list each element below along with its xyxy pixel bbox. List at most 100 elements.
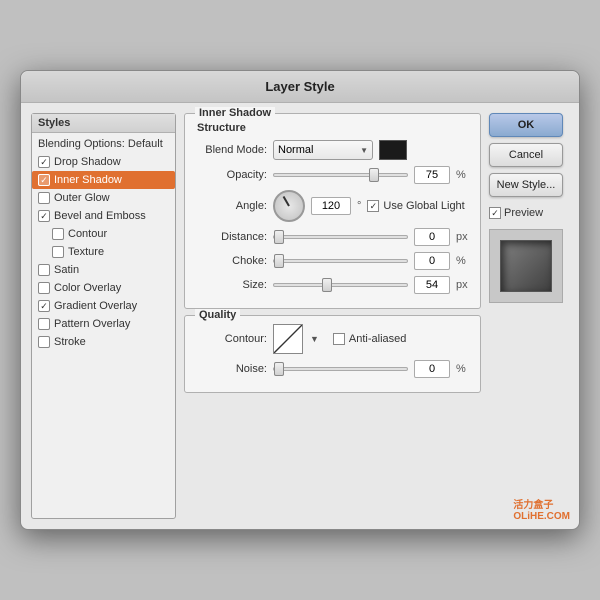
distance-row: Distance: px xyxy=(195,228,470,246)
opacity-unit: % xyxy=(456,169,470,181)
noise-slider-thumb[interactable] xyxy=(274,362,284,376)
sidebar-label-outer-glow: Outer Glow xyxy=(54,192,110,204)
styles-header: Styles xyxy=(32,114,175,133)
noise-unit: % xyxy=(456,363,470,375)
size-input[interactable] xyxy=(414,276,450,294)
size-unit: px xyxy=(456,279,470,291)
contour-arrow[interactable]: ▼ xyxy=(310,334,319,344)
noise-slider-container xyxy=(273,362,408,376)
sidebar-item-gradient-overlay[interactable]: Gradient Overlay xyxy=(32,297,175,315)
blend-mode-arrow: ▼ xyxy=(360,146,368,155)
right-panel: OK Cancel New Style... Preview xyxy=(489,113,569,519)
checkbox-contour[interactable] xyxy=(52,228,64,240)
distance-input[interactable] xyxy=(414,228,450,246)
sidebar-label-stroke: Stroke xyxy=(54,336,86,348)
new-style-button[interactable]: New Style... xyxy=(489,173,563,197)
noise-row: Noise: % xyxy=(195,360,470,378)
size-slider-track[interactable] xyxy=(273,283,408,287)
checkbox-bevel-emboss[interactable] xyxy=(38,210,50,222)
layer-style-dialog: Layer Style Styles Blending Options: Def… xyxy=(20,70,580,530)
checkbox-texture[interactable] xyxy=(52,246,64,258)
quality-section-title: Quality xyxy=(195,309,240,321)
choke-input[interactable] xyxy=(414,252,450,270)
structure-subtitle: Structure xyxy=(195,122,470,134)
contour-row: Contour: ▼ Anti-aliased xyxy=(195,324,470,354)
checkbox-outer-glow[interactable] xyxy=(38,192,50,204)
sidebar-item-blending-options[interactable]: Blending Options: Default xyxy=(32,135,175,153)
noise-slider-track[interactable] xyxy=(273,367,408,371)
angle-input[interactable] xyxy=(311,197,351,215)
color-swatch[interactable] xyxy=(379,140,407,160)
sidebar-label-blending-options: Blending Options: Default xyxy=(38,138,163,150)
sidebar-label-color-overlay: Color Overlay xyxy=(54,282,121,294)
use-global-light-label: Use Global Light xyxy=(383,200,464,212)
choke-slider-container xyxy=(273,254,408,268)
sidebar-label-texture: Texture xyxy=(68,246,104,258)
checkbox-stroke[interactable] xyxy=(38,336,50,348)
sidebar-label-drop-shadow: Drop Shadow xyxy=(54,156,121,168)
checkbox-pattern-overlay[interactable] xyxy=(38,318,50,330)
opacity-slider-track[interactable] xyxy=(273,173,408,177)
distance-label: Distance: xyxy=(195,231,267,243)
preview-swatch xyxy=(500,240,552,292)
sidebar-item-pattern-overlay[interactable]: Pattern Overlay xyxy=(32,315,175,333)
sidebar-item-drop-shadow[interactable]: Drop Shadow xyxy=(32,153,175,171)
blend-mode-row: Blend Mode: Normal ▼ xyxy=(195,140,470,160)
distance-slider-container xyxy=(273,230,408,244)
choke-row: Choke: % xyxy=(195,252,470,270)
anti-aliased-checkbox[interactable] xyxy=(333,333,345,345)
cancel-button[interactable]: Cancel xyxy=(489,143,563,167)
choke-unit: % xyxy=(456,255,470,267)
opacity-slider-container xyxy=(273,168,408,182)
contour-label: Contour: xyxy=(195,333,267,345)
sidebar-item-color-overlay[interactable]: Color Overlay xyxy=(32,279,175,297)
opacity-input[interactable] xyxy=(414,166,450,184)
sidebar-item-outer-glow[interactable]: Outer Glow xyxy=(32,189,175,207)
blend-mode-select[interactable]: Normal ▼ xyxy=(273,140,373,160)
sidebar-item-stroke[interactable]: Stroke xyxy=(32,333,175,351)
angle-dial[interactable] xyxy=(273,190,305,222)
angle-row: Angle: ° Use Global Light xyxy=(195,190,470,222)
distance-slider-thumb[interactable] xyxy=(274,230,284,244)
choke-label: Choke: xyxy=(195,255,267,267)
blend-mode-value: Normal xyxy=(278,144,313,156)
sidebar-label-satin: Satin xyxy=(54,264,79,276)
distance-slider-track[interactable] xyxy=(273,235,408,239)
sidebar-label-gradient-overlay: Gradient Overlay xyxy=(54,300,137,312)
sidebar-label-inner-shadow: Inner Shadow xyxy=(54,174,122,186)
use-global-light-checkbox[interactable] xyxy=(367,200,379,212)
sidebar-item-contour[interactable]: Contour xyxy=(32,225,175,243)
sidebar-label-contour: Contour xyxy=(68,228,107,240)
size-row: Size: px xyxy=(195,276,470,294)
size-label: Size: xyxy=(195,279,267,291)
noise-label: Noise: xyxy=(195,363,267,375)
inner-shadow-section: Inner Shadow Structure Blend Mode: Norma… xyxy=(184,113,481,309)
checkbox-satin[interactable] xyxy=(38,264,50,276)
preview-label: Preview xyxy=(489,207,569,219)
main-panel: Inner Shadow Structure Blend Mode: Norma… xyxy=(184,113,481,519)
checkbox-gradient-overlay[interactable] xyxy=(38,300,50,312)
checkbox-drop-shadow[interactable] xyxy=(38,156,50,168)
contour-preview[interactable] xyxy=(273,324,303,354)
size-slider-container xyxy=(273,278,408,292)
size-slider-thumb[interactable] xyxy=(322,278,332,292)
ok-button[interactable]: OK xyxy=(489,113,563,137)
choke-slider-thumb[interactable] xyxy=(274,254,284,268)
preview-checkbox[interactable] xyxy=(489,207,501,219)
sidebar-item-inner-shadow[interactable]: Inner Shadow xyxy=(32,171,175,189)
checkbox-inner-shadow[interactable] xyxy=(38,174,50,186)
sidebar-item-satin[interactable]: Satin xyxy=(32,261,175,279)
sidebar-item-bevel-emboss[interactable]: Bevel and Emboss xyxy=(32,207,175,225)
dialog-title: Layer Style xyxy=(265,79,334,94)
opacity-row: Opacity: % xyxy=(195,166,470,184)
checkbox-color-overlay[interactable] xyxy=(38,282,50,294)
opacity-slider-thumb[interactable] xyxy=(369,168,379,182)
degree-symbol: ° xyxy=(357,200,361,212)
use-global-light-row: Use Global Light xyxy=(367,200,464,212)
preview-text: Preview xyxy=(504,207,543,219)
choke-slider-track[interactable] xyxy=(273,259,408,263)
sidebar-item-texture[interactable]: Texture xyxy=(32,243,175,261)
preview-box xyxy=(489,229,563,303)
noise-input[interactable] xyxy=(414,360,450,378)
styles-list: Blending Options: Default Drop Shadow Inne… xyxy=(32,133,175,353)
